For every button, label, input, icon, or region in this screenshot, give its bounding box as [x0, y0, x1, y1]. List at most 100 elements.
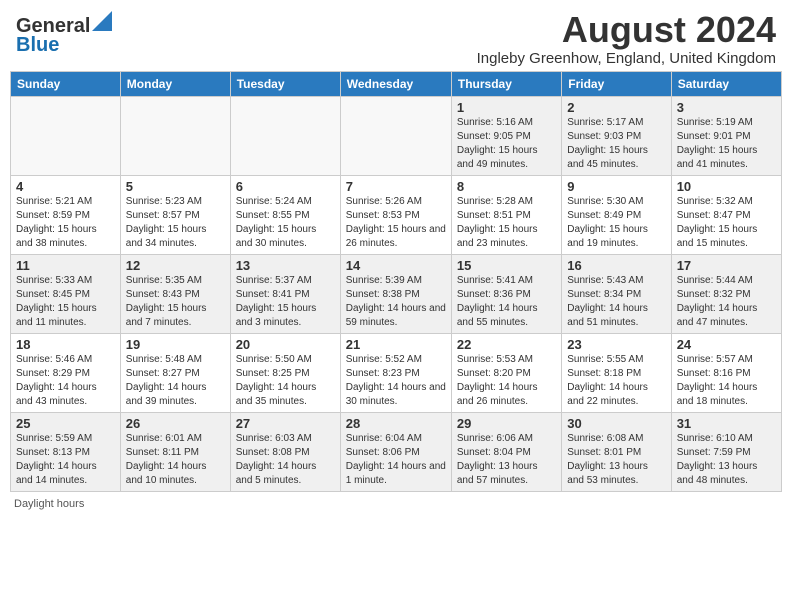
day-number: 11: [16, 258, 115, 273]
calendar-cell: 15Sunrise: 5:41 AMSunset: 8:36 PMDayligh…: [451, 254, 561, 333]
day-info: Sunrise: 5:52 AMSunset: 8:23 PMDaylight:…: [346, 353, 446, 409]
day-number: 23: [567, 337, 665, 352]
day-number: 25: [16, 416, 115, 431]
calendar-cell: 22Sunrise: 5:53 AMSunset: 8:20 PMDayligh…: [451, 333, 561, 412]
calendar-cell: 18Sunrise: 5:46 AMSunset: 8:29 PMDayligh…: [11, 333, 121, 412]
day-info: Sunrise: 6:10 AMSunset: 7:59 PMDaylight:…: [677, 432, 776, 488]
day-number: 15: [457, 258, 556, 273]
calendar-header-sunday: Sunday: [11, 71, 121, 96]
day-info: Sunrise: 6:01 AMSunset: 8:11 PMDaylight:…: [126, 432, 225, 488]
calendar-cell: 5Sunrise: 5:23 AMSunset: 8:57 PMDaylight…: [120, 175, 230, 254]
day-number: 14: [346, 258, 446, 273]
calendar-cell: 29Sunrise: 6:06 AMSunset: 8:04 PMDayligh…: [451, 412, 561, 491]
day-number: 29: [457, 416, 556, 431]
calendar-week-0: 1Sunrise: 5:16 AMSunset: 9:05 PMDaylight…: [11, 96, 782, 175]
day-info: Sunrise: 5:17 AMSunset: 9:03 PMDaylight:…: [567, 116, 665, 172]
day-info: Sunrise: 5:46 AMSunset: 8:29 PMDaylight:…: [16, 353, 115, 409]
calendar-cell: 19Sunrise: 5:48 AMSunset: 8:27 PMDayligh…: [120, 333, 230, 412]
day-info: Sunrise: 5:59 AMSunset: 8:13 PMDaylight:…: [16, 432, 115, 488]
calendar-cell: 21Sunrise: 5:52 AMSunset: 8:23 PMDayligh…: [340, 333, 451, 412]
calendar-cell: 11Sunrise: 5:33 AMSunset: 8:45 PMDayligh…: [11, 254, 121, 333]
calendar-cell: 27Sunrise: 6:03 AMSunset: 8:08 PMDayligh…: [230, 412, 340, 491]
day-info: Sunrise: 5:28 AMSunset: 8:51 PMDaylight:…: [457, 195, 556, 251]
day-number: 2: [567, 100, 665, 115]
logo-triangle-icon: [92, 11, 112, 31]
day-info: Sunrise: 5:41 AMSunset: 8:36 PMDaylight:…: [457, 274, 556, 330]
calendar-header-saturday: Saturday: [671, 71, 781, 96]
calendar-header-friday: Friday: [562, 71, 671, 96]
day-number: 20: [236, 337, 335, 352]
day-info: Sunrise: 5:39 AMSunset: 8:38 PMDaylight:…: [346, 274, 446, 330]
day-info: Sunrise: 5:48 AMSunset: 8:27 PMDaylight:…: [126, 353, 225, 409]
calendar-cell: 8Sunrise: 5:28 AMSunset: 8:51 PMDaylight…: [451, 175, 561, 254]
day-number: 28: [346, 416, 446, 431]
calendar-cell: 16Sunrise: 5:43 AMSunset: 8:34 PMDayligh…: [562, 254, 671, 333]
calendar-cell: 6Sunrise: 5:24 AMSunset: 8:55 PMDaylight…: [230, 175, 340, 254]
day-number: 9: [567, 179, 665, 194]
calendar-cell: [120, 96, 230, 175]
day-number: 26: [126, 416, 225, 431]
day-number: 13: [236, 258, 335, 273]
calendar-cell: 4Sunrise: 5:21 AMSunset: 8:59 PMDaylight…: [11, 175, 121, 254]
calendar: SundayMondayTuesdayWednesdayThursdayFrid…: [10, 71, 782, 492]
day-info: Sunrise: 5:50 AMSunset: 8:25 PMDaylight:…: [236, 353, 335, 409]
day-info: Sunrise: 5:19 AMSunset: 9:01 PMDaylight:…: [677, 116, 776, 172]
calendar-cell: 20Sunrise: 5:50 AMSunset: 8:25 PMDayligh…: [230, 333, 340, 412]
calendar-cell: 12Sunrise: 5:35 AMSunset: 8:43 PMDayligh…: [120, 254, 230, 333]
calendar-cell: 31Sunrise: 6:10 AMSunset: 7:59 PMDayligh…: [671, 412, 781, 491]
day-number: 1: [457, 100, 556, 115]
calendar-header-monday: Monday: [120, 71, 230, 96]
day-number: 17: [677, 258, 776, 273]
calendar-week-3: 18Sunrise: 5:46 AMSunset: 8:29 PMDayligh…: [11, 333, 782, 412]
calendar-cell: 23Sunrise: 5:55 AMSunset: 8:18 PMDayligh…: [562, 333, 671, 412]
calendar-cell: 1Sunrise: 5:16 AMSunset: 9:05 PMDaylight…: [451, 96, 561, 175]
calendar-cell: [340, 96, 451, 175]
calendar-cell: 17Sunrise: 5:44 AMSunset: 8:32 PMDayligh…: [671, 254, 781, 333]
day-info: Sunrise: 6:03 AMSunset: 8:08 PMDaylight:…: [236, 432, 335, 488]
day-info: Sunrise: 5:35 AMSunset: 8:43 PMDaylight:…: [126, 274, 225, 330]
calendar-cell: [230, 96, 340, 175]
calendar-cell: 13Sunrise: 5:37 AMSunset: 8:41 PMDayligh…: [230, 254, 340, 333]
calendar-cell: 24Sunrise: 5:57 AMSunset: 8:16 PMDayligh…: [671, 333, 781, 412]
logo: General Blue: [10, 10, 112, 57]
day-number: 6: [236, 179, 335, 194]
day-info: Sunrise: 5:57 AMSunset: 8:16 PMDaylight:…: [677, 353, 776, 409]
day-info: Sunrise: 6:04 AMSunset: 8:06 PMDaylight:…: [346, 432, 446, 488]
day-info: Sunrise: 5:16 AMSunset: 9:05 PMDaylight:…: [457, 116, 556, 172]
calendar-header-row: SundayMondayTuesdayWednesdayThursdayFrid…: [11, 71, 782, 96]
day-number: 5: [126, 179, 225, 194]
day-number: 24: [677, 337, 776, 352]
calendar-header-tuesday: Tuesday: [230, 71, 340, 96]
day-info: Sunrise: 5:26 AMSunset: 8:53 PMDaylight:…: [346, 195, 446, 251]
calendar-cell: 26Sunrise: 6:01 AMSunset: 8:11 PMDayligh…: [120, 412, 230, 491]
day-number: 4: [16, 179, 115, 194]
calendar-cell: 28Sunrise: 6:04 AMSunset: 8:06 PMDayligh…: [340, 412, 451, 491]
day-info: Sunrise: 5:30 AMSunset: 8:49 PMDaylight:…: [567, 195, 665, 251]
daylight-label: Daylight hours: [14, 498, 84, 510]
day-number: 12: [126, 258, 225, 273]
day-info: Sunrise: 5:21 AMSunset: 8:59 PMDaylight:…: [16, 195, 115, 251]
day-info: Sunrise: 6:06 AMSunset: 8:04 PMDaylight:…: [457, 432, 556, 488]
day-number: 27: [236, 416, 335, 431]
day-number: 7: [346, 179, 446, 194]
month-year: August 2024: [112, 10, 776, 50]
calendar-cell: [11, 96, 121, 175]
calendar-cell: 30Sunrise: 6:08 AMSunset: 8:01 PMDayligh…: [562, 412, 671, 491]
header: General Blue August 2024 Ingleby Greenho…: [10, 10, 782, 67]
calendar-week-4: 25Sunrise: 5:59 AMSunset: 8:13 PMDayligh…: [11, 412, 782, 491]
day-number: 22: [457, 337, 556, 352]
day-info: Sunrise: 5:32 AMSunset: 8:47 PMDaylight:…: [677, 195, 776, 251]
day-number: 19: [126, 337, 225, 352]
calendar-cell: 3Sunrise: 5:19 AMSunset: 9:01 PMDaylight…: [671, 96, 781, 175]
calendar-header-wednesday: Wednesday: [340, 71, 451, 96]
day-info: Sunrise: 5:37 AMSunset: 8:41 PMDaylight:…: [236, 274, 335, 330]
day-number: 16: [567, 258, 665, 273]
day-number: 30: [567, 416, 665, 431]
day-number: 3: [677, 100, 776, 115]
day-info: Sunrise: 5:44 AMSunset: 8:32 PMDaylight:…: [677, 274, 776, 330]
day-info: Sunrise: 5:55 AMSunset: 8:18 PMDaylight:…: [567, 353, 665, 409]
calendar-week-1: 4Sunrise: 5:21 AMSunset: 8:59 PMDaylight…: [11, 175, 782, 254]
calendar-header-thursday: Thursday: [451, 71, 561, 96]
day-info: Sunrise: 6:08 AMSunset: 8:01 PMDaylight:…: [567, 432, 665, 488]
day-info: Sunrise: 5:43 AMSunset: 8:34 PMDaylight:…: [567, 274, 665, 330]
